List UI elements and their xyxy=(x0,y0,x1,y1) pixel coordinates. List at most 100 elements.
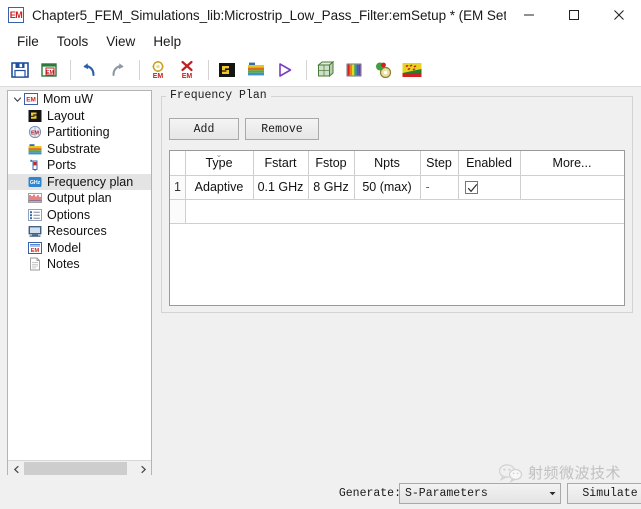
bottom-bar: Generate: S-Parameters Simulate xyxy=(0,475,641,509)
sidebar-item-ports[interactable]: Ports xyxy=(8,157,151,174)
enabled-checkbox[interactable] xyxy=(464,181,478,195)
layout-icon[interactable] xyxy=(214,57,240,83)
column-header-npts[interactable]: Npts xyxy=(354,151,421,176)
close-button[interactable] xyxy=(596,0,641,30)
filler-index xyxy=(170,199,186,224)
notes-page-icon xyxy=(28,257,42,271)
generate-dropdown[interactable]: S-Parameters xyxy=(399,483,561,504)
column-header-type[interactable]: ⌄ Type xyxy=(185,151,254,176)
visualization-icon[interactable] xyxy=(341,57,367,83)
window-title: Chapter5_FEM_Simulations_lib:Microstrip_… xyxy=(32,7,506,23)
sidebar-item-options[interactable]: Options xyxy=(8,207,151,224)
model-options-icon[interactable] xyxy=(370,57,396,83)
sidebar-item-substrate[interactable]: Substrate xyxy=(8,141,151,158)
substrate-icon xyxy=(28,142,42,156)
svg-text:EM: EM xyxy=(31,131,40,137)
sidebar-item-label: Frequency plan xyxy=(47,174,134,189)
menu-view[interactable]: View xyxy=(97,32,144,51)
toolbar: EM EM EM xyxy=(0,53,641,87)
column-header-enabled[interactable]: Enabled xyxy=(458,151,521,176)
sidebar-item-label: Resources xyxy=(47,224,107,239)
simulate-button[interactable]: Simulate xyxy=(567,483,641,504)
ports-play-icon[interactable] xyxy=(272,57,298,83)
output-plan-icon xyxy=(28,191,42,205)
model-em-icon: EM xyxy=(28,241,42,255)
partitioning-icon: EM xyxy=(28,125,42,139)
substrate-icon[interactable] xyxy=(243,57,269,83)
toolbar-separator xyxy=(208,59,209,80)
cell-enabled[interactable] xyxy=(458,175,521,200)
menu-tools[interactable]: Tools xyxy=(48,32,98,51)
menu-file[interactable]: File xyxy=(8,32,48,51)
sidebar-item-label: Ports xyxy=(47,158,77,173)
column-header-fstart[interactable]: Fstart xyxy=(253,151,309,176)
toolbar-separator xyxy=(306,59,307,80)
sidebar-item-layout[interactable]: Layout xyxy=(8,108,151,125)
redo-icon[interactable] xyxy=(105,57,131,83)
table-row[interactable]: 1 Adaptive 0.1 GHz 8 GHz 50 (max) - xyxy=(170,175,624,200)
generate-value: S-Parameters xyxy=(405,487,488,500)
save-icon[interactable] xyxy=(7,57,33,83)
svg-text:EM: EM xyxy=(182,73,193,80)
sidebar-item-partitioning[interactable]: EM Partitioning xyxy=(8,124,151,141)
cell-npts[interactable]: 50 (max) xyxy=(354,175,421,200)
setup-tree: EM Mom uW Layout EM Partitioning Substra… xyxy=(8,91,151,460)
tree-node-mom-uw[interactable]: EM Mom uW xyxy=(8,91,151,108)
frequency-ghz-icon: GHz xyxy=(28,175,42,189)
sidebar-item-label: Layout xyxy=(47,108,85,123)
svg-text:EM: EM xyxy=(46,69,54,75)
em-setup-window: EM Chapter5_FEM_Simulations_lib:Microstr… xyxy=(0,0,641,509)
column-header-fstop[interactable]: Fstop xyxy=(308,151,355,176)
resources-monitor-icon xyxy=(28,224,42,238)
sidebar-item-label: Options xyxy=(47,207,91,222)
table-corner xyxy=(170,151,186,176)
em-simulate-icon[interactable]: EM xyxy=(145,57,171,83)
sidebar-item-label: Model xyxy=(47,240,82,255)
frequency-plan-title: Frequency Plan xyxy=(166,89,271,102)
sidebar-item-label: Substrate xyxy=(47,141,101,156)
cell-step[interactable]: - xyxy=(420,175,459,200)
filler-cell xyxy=(185,199,624,224)
toolbar-separator xyxy=(70,59,71,80)
chevron-down-icon[interactable] xyxy=(544,489,560,498)
sidebar-item-label: Partitioning xyxy=(47,125,110,140)
save-em-setup-icon[interactable]: EM xyxy=(36,57,62,83)
table-header-row: ⌄ Type Fstart Fstop Npts Step Enabled Mo… xyxy=(170,151,624,176)
sort-caret-icon: ⌄ xyxy=(215,151,223,159)
cell-more[interactable] xyxy=(520,175,624,200)
sidebar-item-model[interactable]: EM Model xyxy=(8,240,151,257)
svg-text:GHz: GHz xyxy=(30,180,41,186)
add-button[interactable]: Add xyxy=(169,118,239,140)
row-index: 1 xyxy=(170,175,186,200)
ports-icon xyxy=(28,158,42,172)
sidebar-item-label: Notes xyxy=(47,257,80,272)
generate-label: Generate: xyxy=(338,487,401,500)
tree-node-label: Mom uW xyxy=(43,92,93,107)
em-stop-icon[interactable]: EM xyxy=(174,57,200,83)
column-header-more[interactable]: More... xyxy=(520,151,624,176)
sidebar-item-notes[interactable]: Notes xyxy=(8,256,151,273)
cell-fstop[interactable]: 8 GHz xyxy=(308,175,355,200)
column-header-step[interactable]: Step xyxy=(420,151,459,176)
title-bar: EM Chapter5_FEM_Simulations_lib:Microstr… xyxy=(0,0,641,30)
cell-type[interactable]: Adaptive xyxy=(185,175,254,200)
window-controls xyxy=(506,0,641,30)
sidebar-item-resources[interactable]: Resources xyxy=(8,223,151,240)
sidebar-item-frequency-plan[interactable]: GHz Frequency plan xyxy=(8,173,151,190)
layout-icon xyxy=(28,109,42,123)
undo-icon[interactable] xyxy=(76,57,102,83)
sidebar-item-label: Output plan xyxy=(47,191,112,206)
frequency-plan-table[interactable]: ⌄ Type Fstart Fstop Npts Step Enabled Mo… xyxy=(169,150,625,306)
mesh-cube-icon[interactable] xyxy=(312,57,338,83)
cell-fstart[interactable]: 0.1 GHz xyxy=(253,175,309,200)
em-icon: EM xyxy=(24,92,38,106)
svg-text:EM: EM xyxy=(153,73,164,80)
remove-button[interactable]: Remove xyxy=(245,118,319,140)
menu-help[interactable]: Help xyxy=(144,32,190,51)
menu-bar: File Tools View Help xyxy=(0,30,641,53)
minimize-button[interactable] xyxy=(506,0,551,30)
results-icon[interactable] xyxy=(399,57,425,83)
chevron-down-icon[interactable] xyxy=(12,94,23,105)
maximize-button[interactable] xyxy=(551,0,596,30)
sidebar-item-output-plan[interactable]: Output plan xyxy=(8,190,151,207)
